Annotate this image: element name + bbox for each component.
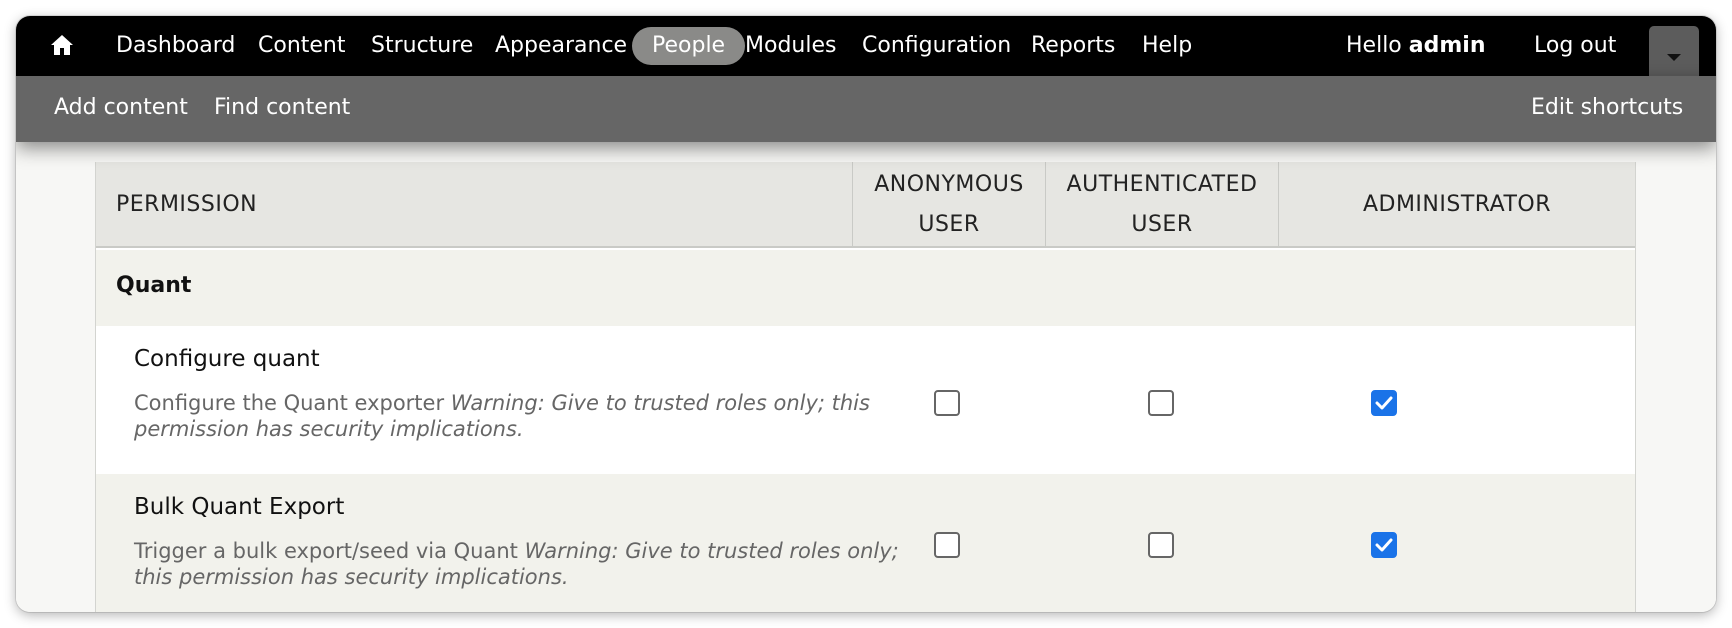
nav-dashboard[interactable]: Dashboard: [96, 27, 255, 65]
caret-down-icon: [1667, 54, 1681, 61]
logout-link[interactable]: Log out: [1514, 27, 1636, 65]
checkbox-administrator-configure-quant[interactable]: [1371, 390, 1397, 416]
column-header-permission: PERMISSION: [116, 192, 258, 217]
shortcuts-tray: Add content Find content Edit shortcuts: [16, 76, 1716, 142]
permission-description: Trigger a bulk export/seed via Quant War…: [134, 538, 914, 590]
module-title: Quant: [116, 273, 192, 298]
column-header-authenticated: AUTHENTICATED USER: [1045, 162, 1278, 248]
permission-title: Bulk Quant Export: [134, 494, 345, 520]
checkbox-administrator-bulk-quant-export[interactable]: [1371, 532, 1397, 558]
greeting-prefix: Hello: [1346, 33, 1402, 58]
home-icon[interactable]: [50, 33, 74, 57]
nav-modules[interactable]: Modules: [725, 27, 856, 65]
checkbox-authenticated-bulk-quant-export[interactable]: [1148, 532, 1174, 558]
shortcut-add-content[interactable]: Add content: [54, 95, 188, 120]
shortcut-find-content[interactable]: Find content: [214, 95, 350, 120]
column-header-administrator: ADMINISTRATOR: [1278, 162, 1635, 248]
permission-title: Configure quant: [134, 346, 320, 372]
table-row: Bulk Quant Export Trigger a bulk export/…: [96, 474, 1635, 612]
permissions-table: PERMISSION ANONYMOUS USER AUTHENTICATED US…: [95, 162, 1636, 612]
nav-appearance[interactable]: Appearance: [475, 27, 647, 65]
edit-shortcuts-link[interactable]: Edit shortcuts: [1531, 95, 1683, 120]
admin-toolbar: Dashboard Content Structure Appearance P…: [16, 16, 1716, 76]
table-header: PERMISSION ANONYMOUS USER AUTHENTICATED US…: [96, 162, 1635, 248]
nav-structure[interactable]: Structure: [351, 27, 493, 65]
content-area: PERMISSION ANONYMOUS USER AUTHENTICATED US…: [16, 76, 1716, 612]
column-header-anonymous: ANONYMOUS USER: [852, 162, 1045, 248]
checkbox-anonymous-bulk-quant-export[interactable]: [934, 532, 960, 558]
nav-content[interactable]: Content: [238, 27, 366, 65]
checkmark-icon: [1375, 538, 1393, 552]
checkmark-icon: [1375, 396, 1393, 410]
table-row: Configure quant Configure the Quant expo…: [96, 326, 1635, 474]
tray-toggle-button[interactable]: [1649, 26, 1699, 76]
column-header-anonymous-line2: USER: [918, 212, 980, 237]
checkbox-anonymous-configure-quant[interactable]: [934, 390, 960, 416]
permission-description-text: Trigger a bulk export/seed via Quant: [134, 539, 518, 563]
nav-help[interactable]: Help: [1122, 27, 1212, 65]
nav-configuration[interactable]: Configuration: [842, 27, 1031, 65]
browser-window: PERMISSION ANONYMOUS USER AUTHENTICATED US…: [16, 16, 1716, 612]
permission-description: Configure the Quant exporter Warning: Gi…: [134, 390, 914, 442]
nav-reports[interactable]: Reports: [1011, 27, 1135, 65]
column-header-anonymous-line1: ANONYMOUS: [874, 172, 1024, 197]
module-row-quant: Quant: [96, 250, 1635, 326]
user-greeting[interactable]: Hello admin: [1326, 27, 1506, 65]
permission-description-text: Configure the Quant exporter: [134, 391, 445, 415]
column-header-authenticated-line2: USER: [1131, 212, 1193, 237]
username: admin: [1408, 33, 1486, 58]
checkbox-authenticated-configure-quant[interactable]: [1148, 390, 1174, 416]
column-header-authenticated-line1: AUTHENTICATED: [1066, 172, 1258, 197]
